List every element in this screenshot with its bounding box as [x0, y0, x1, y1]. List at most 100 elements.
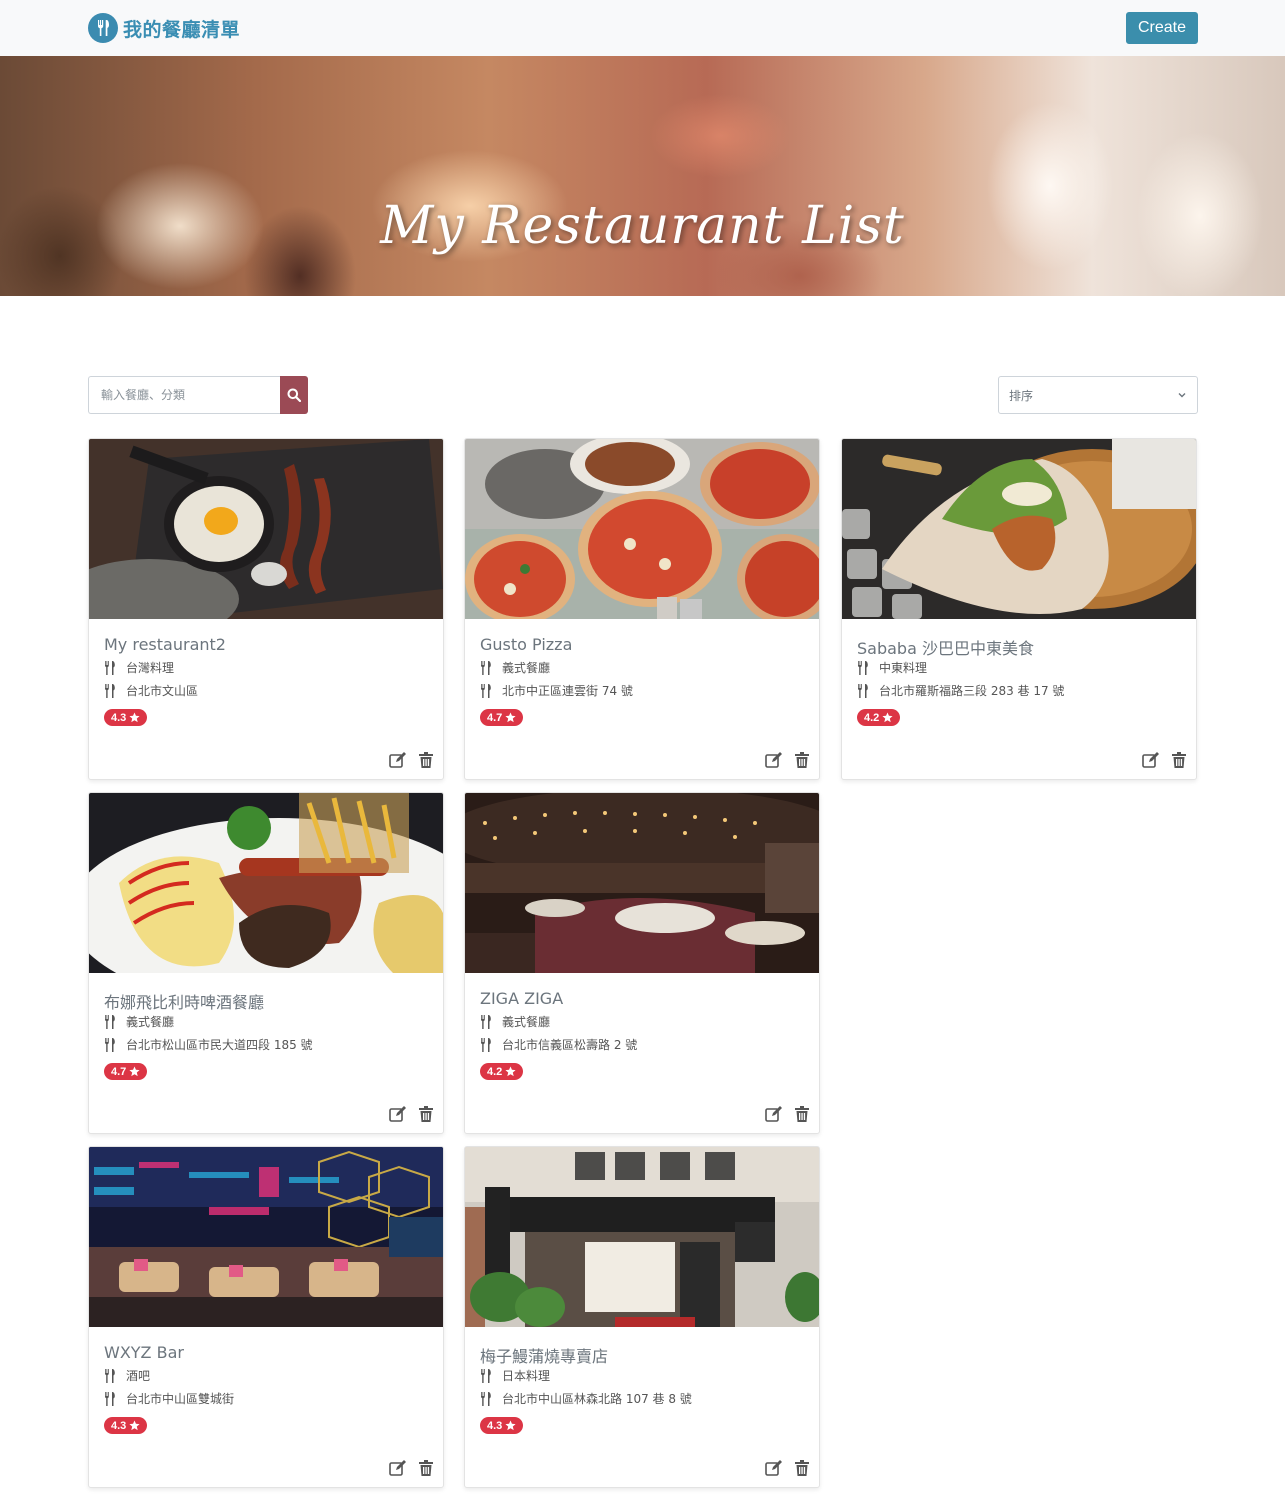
utensils-icon [105, 1014, 115, 1029]
restaurant-category-text: 義式餐廳 [502, 661, 551, 675]
restaurant-category-text: 酒吧 [126, 1369, 151, 1383]
rating-badge: 4.3 [104, 709, 148, 726]
create-button[interactable]: Create [1126, 12, 1198, 44]
sort-select-value: 排序 [1009, 388, 1034, 403]
edit-icon[interactable] [389, 1460, 407, 1476]
trash-icon[interactable] [795, 1460, 809, 1476]
rating-value: 4.2 [864, 711, 880, 724]
trash-icon[interactable] [1172, 752, 1186, 768]
trash-icon[interactable] [795, 1106, 809, 1122]
utensils-icon [481, 683, 491, 698]
utensils-icon [481, 1037, 491, 1052]
restaurant-location-text: 台北市中山區林森北路 107 巷 8 號 [502, 1392, 692, 1406]
utensils-icon [481, 1391, 491, 1406]
restaurant-name: WXYZ Bar [104, 1343, 184, 1362]
restaurant-card[interactable]: My restaurant2 台灣料理 台北市文山區 4.3 [88, 438, 444, 780]
restaurant-card[interactable]: WXYZ Bar 酒吧 台北市中山區雙城街 4.3 [88, 1146, 444, 1488]
restaurant-category-text: 中東料理 [879, 661, 928, 675]
restaurant-name: Gusto Pizza [480, 635, 573, 654]
rating-badge: 4.7 [480, 709, 524, 726]
rating-value: 4.2 [487, 1065, 503, 1078]
brand-title: 我的餐廳清單 [123, 18, 241, 41]
restaurant-category: 日本料理 [480, 1367, 550, 1384]
chevron-down-icon [1178, 393, 1186, 398]
restaurant-card[interactable]: 梅子鰻蒲燒專賣店 日本料理 台北市中山區林森北路 107 巷 8 號 4.3 [464, 1146, 820, 1488]
rating-badge: 4.3 [104, 1417, 148, 1434]
star-icon [505, 1420, 516, 1431]
restaurant-location: 台北市中山區雙城街 [104, 1390, 234, 1407]
rating-value: 4.3 [487, 1419, 503, 1432]
hero-banner: My Restaurant List [0, 56, 1285, 296]
edit-icon[interactable] [389, 752, 407, 768]
search-icon [287, 388, 301, 402]
rating-value: 4.3 [111, 711, 127, 724]
restaurant-category: 酒吧 [104, 1367, 150, 1384]
restaurant-location-text: 台北市羅斯福路三段 283 巷 17 號 [879, 684, 1065, 698]
edit-icon[interactable] [765, 752, 783, 768]
brand-link[interactable]: 我的餐廳清單 [88, 12, 240, 44]
restaurant-photo [89, 439, 443, 619]
star-icon [129, 1420, 140, 1431]
restaurant-location: 台北市松山區市民大道四段 185 號 [104, 1036, 313, 1053]
restaurant-location-text: 台北市中山區雙城街 [126, 1392, 235, 1406]
sort-select[interactable]: 排序 [998, 376, 1198, 414]
trash-icon[interactable] [795, 752, 809, 768]
edit-icon[interactable] [765, 1106, 783, 1122]
restaurant-card[interactable]: Gusto Pizza 義式餐廳 北市中正區連雲街 74 號 4.7 [464, 438, 820, 780]
restaurant-photo [465, 439, 819, 619]
navbar: 我的餐廳清單 Create [0, 0, 1285, 56]
utensils-icon [481, 1368, 491, 1383]
utensils-icon [105, 1037, 115, 1052]
star-icon [505, 1066, 516, 1077]
restaurant-name: 梅子鰻蒲燒專賣店 [480, 1347, 609, 1366]
star-icon [505, 712, 516, 723]
restaurant-category-text: 日本料理 [502, 1369, 551, 1383]
restaurant-photo [89, 793, 443, 973]
rating-value: 4.7 [111, 1065, 127, 1078]
rating-value: 4.3 [111, 1419, 127, 1432]
restaurant-card[interactable]: ZIGA ZIGA 義式餐廳 台北市信義區松壽路 2 號 4.2 [464, 792, 820, 1134]
restaurant-category: 義式餐廳 [104, 1013, 174, 1030]
restaurant-location-text: 北市中正區連雲街 74 號 [502, 684, 633, 698]
restaurant-category: 義式餐廳 [480, 659, 550, 676]
restaurant-card[interactable]: 布娜飛比利時啤酒餐廳 義式餐廳 台北市松山區市民大道四段 185 號 4.7 [88, 792, 444, 1134]
restaurant-name: ZIGA ZIGA [480, 989, 564, 1008]
restaurant-category-text: 義式餐廳 [502, 1015, 551, 1029]
utensils-icon [105, 1368, 115, 1383]
restaurant-category: 台灣料理 [104, 659, 174, 676]
star-icon [129, 1066, 140, 1077]
utensils-icon [858, 683, 868, 698]
search-bar [88, 376, 308, 414]
restaurant-photo [842, 439, 1196, 619]
star-icon [882, 712, 893, 723]
trash-icon[interactable] [419, 1460, 433, 1476]
utensils-icon [481, 1014, 491, 1029]
restaurant-location-text: 台北市信義區松壽路 2 號 [502, 1038, 638, 1052]
utensils-icon [481, 660, 491, 675]
restaurant-location-text: 台北市松山區市民大道四段 185 號 [126, 1038, 313, 1052]
rating-badge: 4.2 [857, 709, 901, 726]
restaurant-location: 台北市信義區松壽路 2 號 [480, 1036, 637, 1053]
edit-icon[interactable] [389, 1106, 407, 1122]
utensils-icon [858, 660, 868, 675]
restaurant-photo [465, 1147, 819, 1327]
restaurant-category-text: 義式餐廳 [126, 1015, 175, 1029]
restaurant-location: 台北市文山區 [104, 682, 198, 699]
restaurant-name: Sababa 沙巴巴中東美食 [857, 639, 1034, 658]
restaurant-card[interactable]: Sababa 沙巴巴中東美食 中東料理 台北市羅斯福路三段 283 巷 17 號… [841, 438, 1197, 780]
restaurant-location: 北市中正區連雲街 74 號 [480, 682, 633, 699]
restaurant-name: My restaurant2 [104, 635, 226, 654]
restaurant-name: 布娜飛比利時啤酒餐廳 [104, 993, 265, 1012]
trash-icon[interactable] [419, 752, 433, 768]
trash-icon[interactable] [419, 1106, 433, 1122]
search-button[interactable] [280, 376, 308, 414]
search-input[interactable] [88, 376, 280, 414]
utensils-logo-icon [88, 13, 118, 43]
edit-icon[interactable] [765, 1460, 783, 1476]
restaurant-category-text: 台灣料理 [126, 661, 175, 675]
edit-icon[interactable] [1142, 752, 1160, 768]
rating-badge: 4.7 [104, 1063, 148, 1080]
banner-title: My Restaurant List [380, 196, 905, 256]
restaurant-category: 義式餐廳 [480, 1013, 550, 1030]
restaurant-location: 台北市中山區林森北路 107 巷 8 號 [480, 1390, 692, 1407]
